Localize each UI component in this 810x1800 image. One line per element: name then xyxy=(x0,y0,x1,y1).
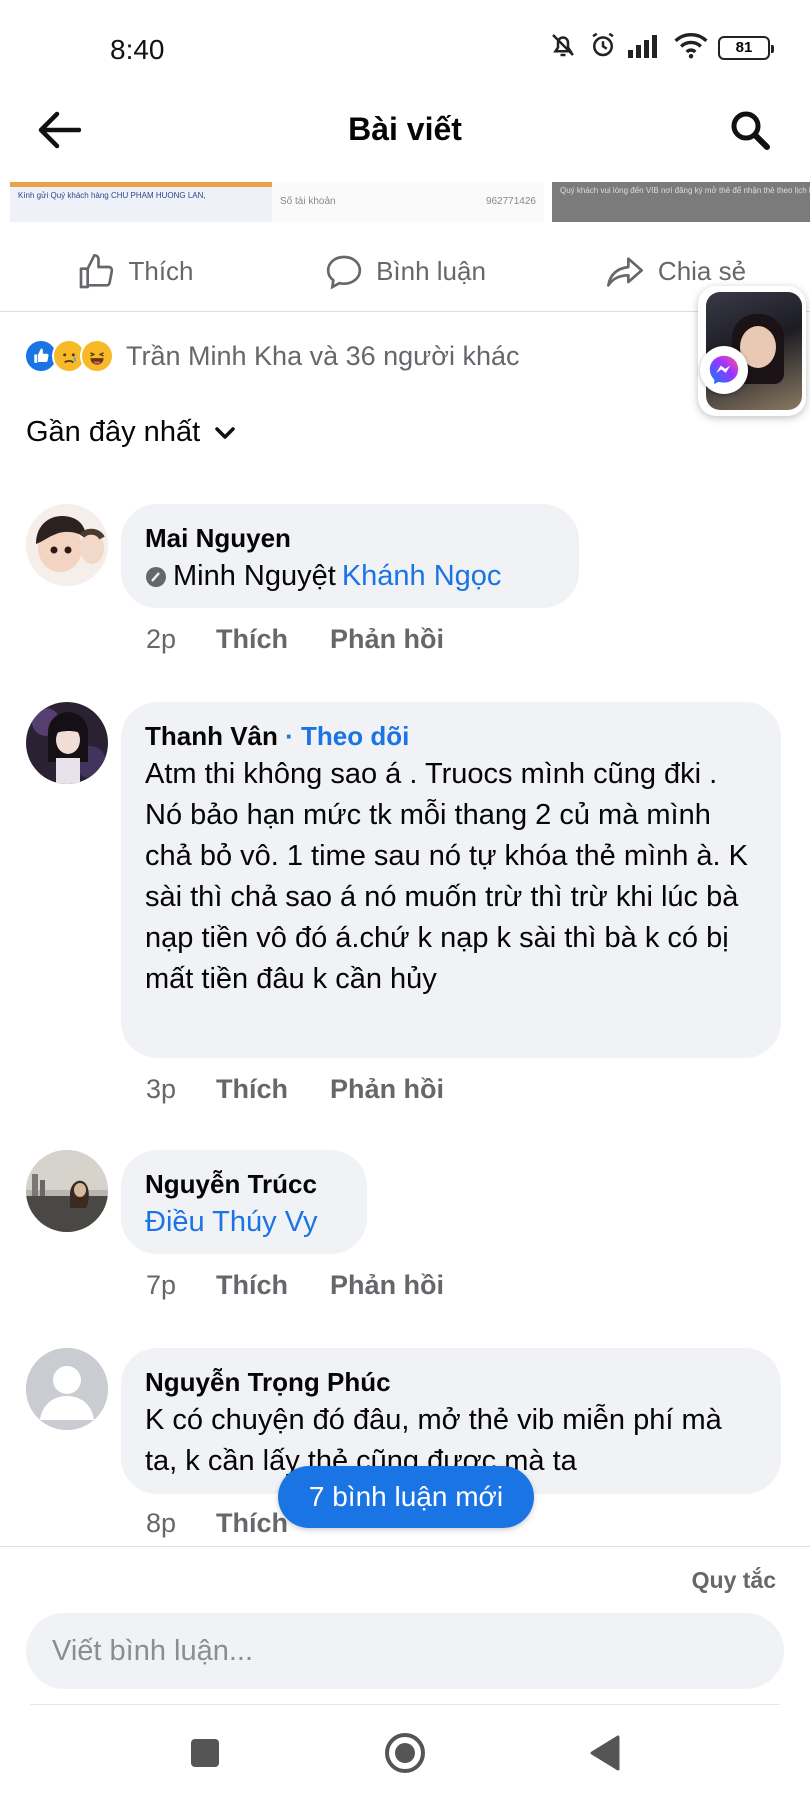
sort-label: Gần đây nhất xyxy=(26,416,201,448)
default-avatar-icon xyxy=(26,1348,108,1430)
comment-input[interactable] xyxy=(26,1613,784,1689)
post-image-2[interactable]: Số tài khoản 962771426 xyxy=(272,182,544,222)
comment-bubble[interactable]: Thanh Vân · Theo dõi Atm thi không sao á… xyxy=(121,702,781,1058)
account-number: 962771426 xyxy=(485,196,536,207)
divider xyxy=(30,1704,780,1705)
search-icon xyxy=(731,111,770,150)
comment-text: Minh Nguyệt Khánh Ngọc xyxy=(145,556,555,597)
commenter-name[interactable]: Nguyễn Trúcc xyxy=(145,1166,343,1202)
battery-indicator: 81 xyxy=(718,35,774,60)
like-label: Thích xyxy=(128,256,194,286)
comment-like-button[interactable]: Thích xyxy=(216,1074,288,1105)
comment-time: 2p xyxy=(146,624,177,654)
comment-actions: 2p Thích Phản hồi xyxy=(146,624,486,655)
new-comments-button[interactable]: 7 bình luận mới xyxy=(278,1466,534,1528)
system-nav-bar xyxy=(0,1706,810,1800)
commenter-name[interactable]: Thanh Vân xyxy=(145,721,278,751)
search-button[interactable] xyxy=(722,105,778,155)
post-image-3[interactable]: Quý khách vui lòng đến VIB nơi đăng ký m… xyxy=(552,182,810,222)
comment-time: 3p xyxy=(146,1074,177,1104)
chevron-down-icon xyxy=(215,426,235,439)
haha-reaction-icon xyxy=(80,339,114,373)
tagged-user[interactable]: Khánh Ngọc xyxy=(342,556,502,597)
avatar[interactable] xyxy=(26,504,108,586)
mute-bell-icon xyxy=(548,30,578,65)
comment-bubble[interactable]: Mai Nguyen Minh Nguyệt Khánh Ngọc xyxy=(121,504,579,608)
triangle-back-icon xyxy=(590,1735,620,1771)
square-icon xyxy=(191,1739,219,1767)
comment-reply-button[interactable]: Phản hồi xyxy=(330,1074,444,1105)
status-time: 8:40 xyxy=(110,34,165,65)
comment-bubble[interactable]: Nguyễn Trúcc Điều Thúy Vy xyxy=(121,1150,367,1254)
comment-text: Atm thi không sao á . Truocs mình cũng đ… xyxy=(145,758,748,995)
commenter-name[interactable]: Mai Nguyen xyxy=(145,520,555,556)
comment-time: 8p xyxy=(146,1508,177,1538)
back-nav-button[interactable] xyxy=(580,1728,630,1778)
share-label: Chia sẻ xyxy=(657,256,747,286)
comment-reply-button[interactable]: Phản hồi xyxy=(330,1270,444,1301)
reactions-summary[interactable]: Trần Minh Kha và 36 người khác xyxy=(24,336,519,376)
post-image-1[interactable]: Kính gửi Quý khách hàng CHU PHAM HUONG L… xyxy=(10,182,272,222)
post-action-bar: Thích Bình luận Chia sẻ xyxy=(0,232,810,312)
rules-link[interactable]: Quy tắc xyxy=(692,1567,776,1594)
like-button[interactable]: Thích xyxy=(0,232,270,311)
avatar[interactable] xyxy=(26,702,108,784)
thumbs-up-icon xyxy=(80,253,114,288)
comment-reply-button[interactable]: Phản hồi xyxy=(330,624,444,655)
avatar[interactable] xyxy=(26,1348,108,1430)
comment-time: 7p xyxy=(146,1270,177,1300)
messenger-icon xyxy=(700,346,748,394)
status-icons: 81 xyxy=(548,30,774,65)
comment-like-button[interactable]: Thích xyxy=(216,624,288,655)
circle-home-icon xyxy=(385,1733,425,1773)
comment-label: Bình luận xyxy=(376,256,486,286)
avatar[interactable] xyxy=(26,1150,108,1232)
wifi-icon xyxy=(674,31,708,64)
signal-icon xyxy=(628,32,664,63)
reactions-text: Trần Minh Kha và 36 người khác xyxy=(126,340,520,371)
comment-like-button[interactable]: Thích xyxy=(216,1508,288,1539)
account-label: Số tài khoản xyxy=(280,196,336,207)
tagged-user[interactable]: Điều Thúy Vy xyxy=(145,1202,343,1243)
home-button[interactable] xyxy=(380,1728,430,1778)
comment-composer: Quy tắc xyxy=(0,1546,810,1706)
comment-item: Nguyễn Trúcc Điều Thúy Vy 7p Thích Phản … xyxy=(26,1150,786,1310)
page-title: Bài viết xyxy=(348,111,462,147)
alarm-icon xyxy=(588,30,618,65)
post-image-strip[interactable]: Kính gửi Quý khách hàng CHU PHAM HUONG L… xyxy=(0,182,810,222)
recents-button[interactable] xyxy=(180,1728,230,1778)
commenter-name[interactable]: Nguyễn Trọng Phúc xyxy=(145,1364,757,1400)
top-bar: Bài viết xyxy=(0,95,810,165)
comment-button[interactable]: Bình luận xyxy=(270,232,540,311)
comment-sort-dropdown[interactable]: Gần đây nhất xyxy=(26,416,236,449)
comment-like-button[interactable]: Thích xyxy=(216,1270,288,1301)
reaction-icons xyxy=(24,339,114,373)
comment-actions: 3p Thích Phản hồi xyxy=(146,1074,486,1105)
share-arrow-icon xyxy=(606,256,643,287)
profile-badge-icon xyxy=(146,566,166,587)
comment-actions: 7p Thích Phản hồi xyxy=(146,1270,486,1301)
comment-item: Mai Nguyen Minh Nguyệt Khánh Ngọc 2p Thí… xyxy=(26,504,786,664)
follow-button[interactable]: · Theo dõi xyxy=(285,721,409,751)
comment-bubble-icon xyxy=(326,255,362,289)
comment-item: Thanh Vân · Theo dõi Atm thi không sao á… xyxy=(26,702,786,1105)
status-bar: 8:40 81 xyxy=(0,0,810,100)
comment-text-prefix: Minh Nguyệt xyxy=(173,560,336,592)
